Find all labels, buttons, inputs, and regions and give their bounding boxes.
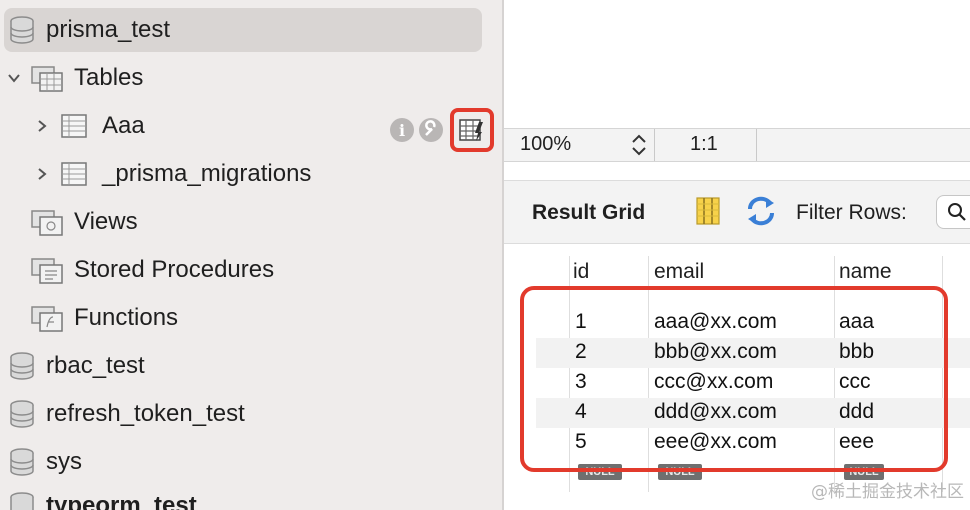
schema-item-rbac-test[interactable]: rbac_test	[8, 344, 145, 388]
table-item-prisma-migrations[interactable]: _prisma_migrations	[32, 152, 311, 196]
divider	[756, 129, 757, 161]
schema-item-refresh-token-test[interactable]: refresh_token_test	[8, 392, 245, 436]
table-row[interactable]: 1 aaa@xx.com aaa	[536, 308, 970, 338]
table-icon	[60, 161, 88, 187]
search-icon	[948, 203, 966, 221]
folder-tables-icon	[30, 63, 64, 93]
cell-name[interactable]: ccc	[839, 370, 871, 394]
column-header-name[interactable]: name	[839, 260, 892, 284]
grid-columns-icon[interactable]	[696, 197, 720, 230]
tree-folder-functions[interactable]: Functions	[30, 296, 178, 340]
folder-label: Tables	[74, 64, 144, 91]
watermark: @稀土掘金技术社区	[811, 482, 964, 502]
chevron-right-icon[interactable]	[32, 116, 52, 136]
select-rows-button[interactable]	[450, 108, 494, 152]
cell-email[interactable]: bbb@xx.com	[654, 340, 777, 364]
cell-id[interactable]: 5	[575, 430, 587, 454]
cell-id[interactable]: 1	[575, 310, 587, 334]
cell-name[interactable]: aaa	[839, 310, 874, 334]
zoom-bar: 100% 1:1	[504, 128, 970, 162]
schema-label: rbac_test	[46, 352, 145, 379]
cell-id[interactable]: 2	[575, 340, 587, 364]
cell-id[interactable]: 4	[575, 400, 587, 424]
folder-label: Views	[74, 208, 138, 235]
cell-id[interactable]: 3	[575, 370, 587, 394]
database-icon	[8, 399, 36, 429]
filter-rows-label: Filter Rows:	[796, 201, 907, 224]
schema-item-prisma-test[interactable]: prisma_test	[4, 8, 482, 52]
table-row[interactable]: 3 ccc@xx.com ccc	[536, 368, 970, 398]
info-icon[interactable]: i	[390, 118, 414, 142]
table-row[interactable]: 2 bbb@xx.com bbb	[536, 338, 970, 368]
zoom-stepper-icon[interactable]	[630, 133, 648, 163]
table-query-icon	[459, 119, 483, 141]
chevron-right-icon[interactable]	[32, 164, 52, 184]
null-badge[interactable]: NULL	[658, 464, 702, 480]
database-icon	[8, 15, 36, 45]
result-grid-title: Result Grid	[532, 201, 646, 224]
table-icon	[60, 113, 88, 139]
schema-label: sys	[46, 448, 82, 475]
folder-label: Stored Procedures	[74, 256, 275, 283]
tree-folder-tables[interactable]: Tables	[4, 56, 143, 100]
schema-item-typeorm-test[interactable]: typeorm_test	[8, 484, 197, 510]
filter-rows-input[interactable]	[936, 195, 970, 229]
folder-label: Functions	[74, 304, 179, 331]
cell-email[interactable]: aaa@xx.com	[654, 310, 777, 334]
database-icon	[8, 491, 36, 510]
cell-name[interactable]: eee	[839, 430, 874, 454]
refresh-icon[interactable]	[744, 195, 778, 232]
zoom-ratio[interactable]: 1:1	[690, 133, 718, 156]
table-label: _prisma_migrations	[102, 160, 312, 187]
schema-label: refresh_token_test	[46, 400, 245, 427]
folder-procedures-icon	[30, 255, 64, 285]
cell-name[interactable]: bbb	[839, 340, 874, 364]
cell-email[interactable]: eee@xx.com	[654, 430, 777, 454]
schema-label: prisma_test	[46, 16, 171, 43]
folder-functions-icon	[30, 303, 64, 333]
tree-folder-views[interactable]: Views	[30, 200, 138, 244]
cell-email[interactable]: ddd@xx.com	[654, 400, 777, 424]
table-row-tools: i	[390, 108, 494, 152]
schema-label: typeorm_test	[46, 492, 197, 510]
zoom-value[interactable]: 100%	[520, 133, 571, 156]
table-row[interactable]: 4 ddd@xx.com ddd	[536, 398, 970, 428]
column-header-id[interactable]: id	[573, 260, 589, 284]
tree-folder-stored-procedures[interactable]: Stored Procedures	[30, 248, 274, 292]
result-grid[interactable]: id email name 1 aaa@xx.com aaa 2 bbb@xx.…	[504, 248, 970, 510]
folder-views-icon	[30, 207, 64, 237]
table-label: Aaa	[102, 112, 145, 139]
divider	[654, 129, 655, 161]
schema-navigator: prisma_test Tables Aaa i _prisma_migrati…	[0, 0, 502, 510]
database-icon	[8, 447, 36, 477]
result-toolbar: Result Grid Filter Rows:	[504, 180, 970, 244]
database-icon	[8, 351, 36, 381]
chevron-down-icon[interactable]	[4, 68, 24, 88]
schema-item-sys[interactable]: sys	[8, 440, 82, 484]
cell-email[interactable]: ccc@xx.com	[654, 370, 773, 394]
wrench-icon[interactable]	[418, 117, 444, 143]
cell-name[interactable]: ddd	[839, 400, 874, 424]
null-badge[interactable]: NULL	[578, 464, 622, 480]
column-header-email[interactable]: email	[654, 260, 704, 284]
table-row[interactable]: 5 eee@xx.com eee	[536, 428, 970, 458]
table-item-aaa[interactable]: Aaa	[32, 104, 145, 148]
